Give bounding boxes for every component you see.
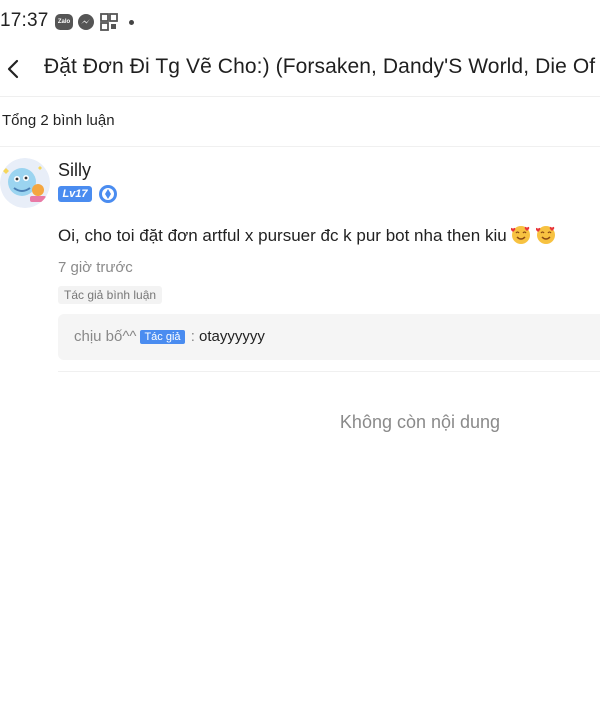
comment-count: Tổng 2 bình luận [2,112,115,129]
status-time: 17:37 [0,10,49,31]
comment-text: Oi, cho toi đặt đơn artful x pursuer đc … [58,225,556,246]
zalo-icon: Zalo [55,14,73,30]
comment-username[interactable]: Silly [58,160,91,181]
dot-icon [129,19,134,25]
comment-body: Oi, cho toi đặt đơn artful x pursuer đc … [58,226,507,245]
smiling-face-with-hearts-icon [536,226,556,244]
divider [58,371,600,372]
author-liked-badge: Tác giả bình luận [58,286,163,304]
back-button[interactable] [2,52,28,86]
divider [0,146,600,147]
chevron-left-icon [7,59,19,79]
reply-username[interactable]: chịu bố^^ [74,328,136,345]
qr-scan-icon [100,13,118,31]
reply-separator: : [186,328,200,345]
reply-text: otayyyyyy [199,328,265,345]
level-badge: Lv17 [58,186,92,202]
reply-line: chịu bố^^ Tác giả : otayyyyyy [74,328,265,345]
status-icons: Zalo [55,12,134,32]
avatar[interactable] [0,158,50,208]
status-bar: 17:37 Zalo [0,0,600,44]
no-more-content: Không còn nội dung [339,412,501,432]
avatar-image [0,158,50,208]
reply-box[interactable]: chịu bố^^ Tác giả : otayyyyyy [58,314,600,360]
header: Đặt Đơn Đi Tg Vẽ Cho:) (Forsaken, Dandy'… [0,44,600,97]
author-tag: Tác giả [140,330,185,344]
messenger-icon [78,14,94,30]
comment-timestamp: 7 giờ trước [58,259,133,276]
smiling-face-with-hearts-icon [511,226,531,244]
page-title: Đặt Đơn Đi Tg Vẽ Cho:) (Forsaken, Dandy'… [44,55,600,78]
verified-badge-icon [99,185,117,203]
